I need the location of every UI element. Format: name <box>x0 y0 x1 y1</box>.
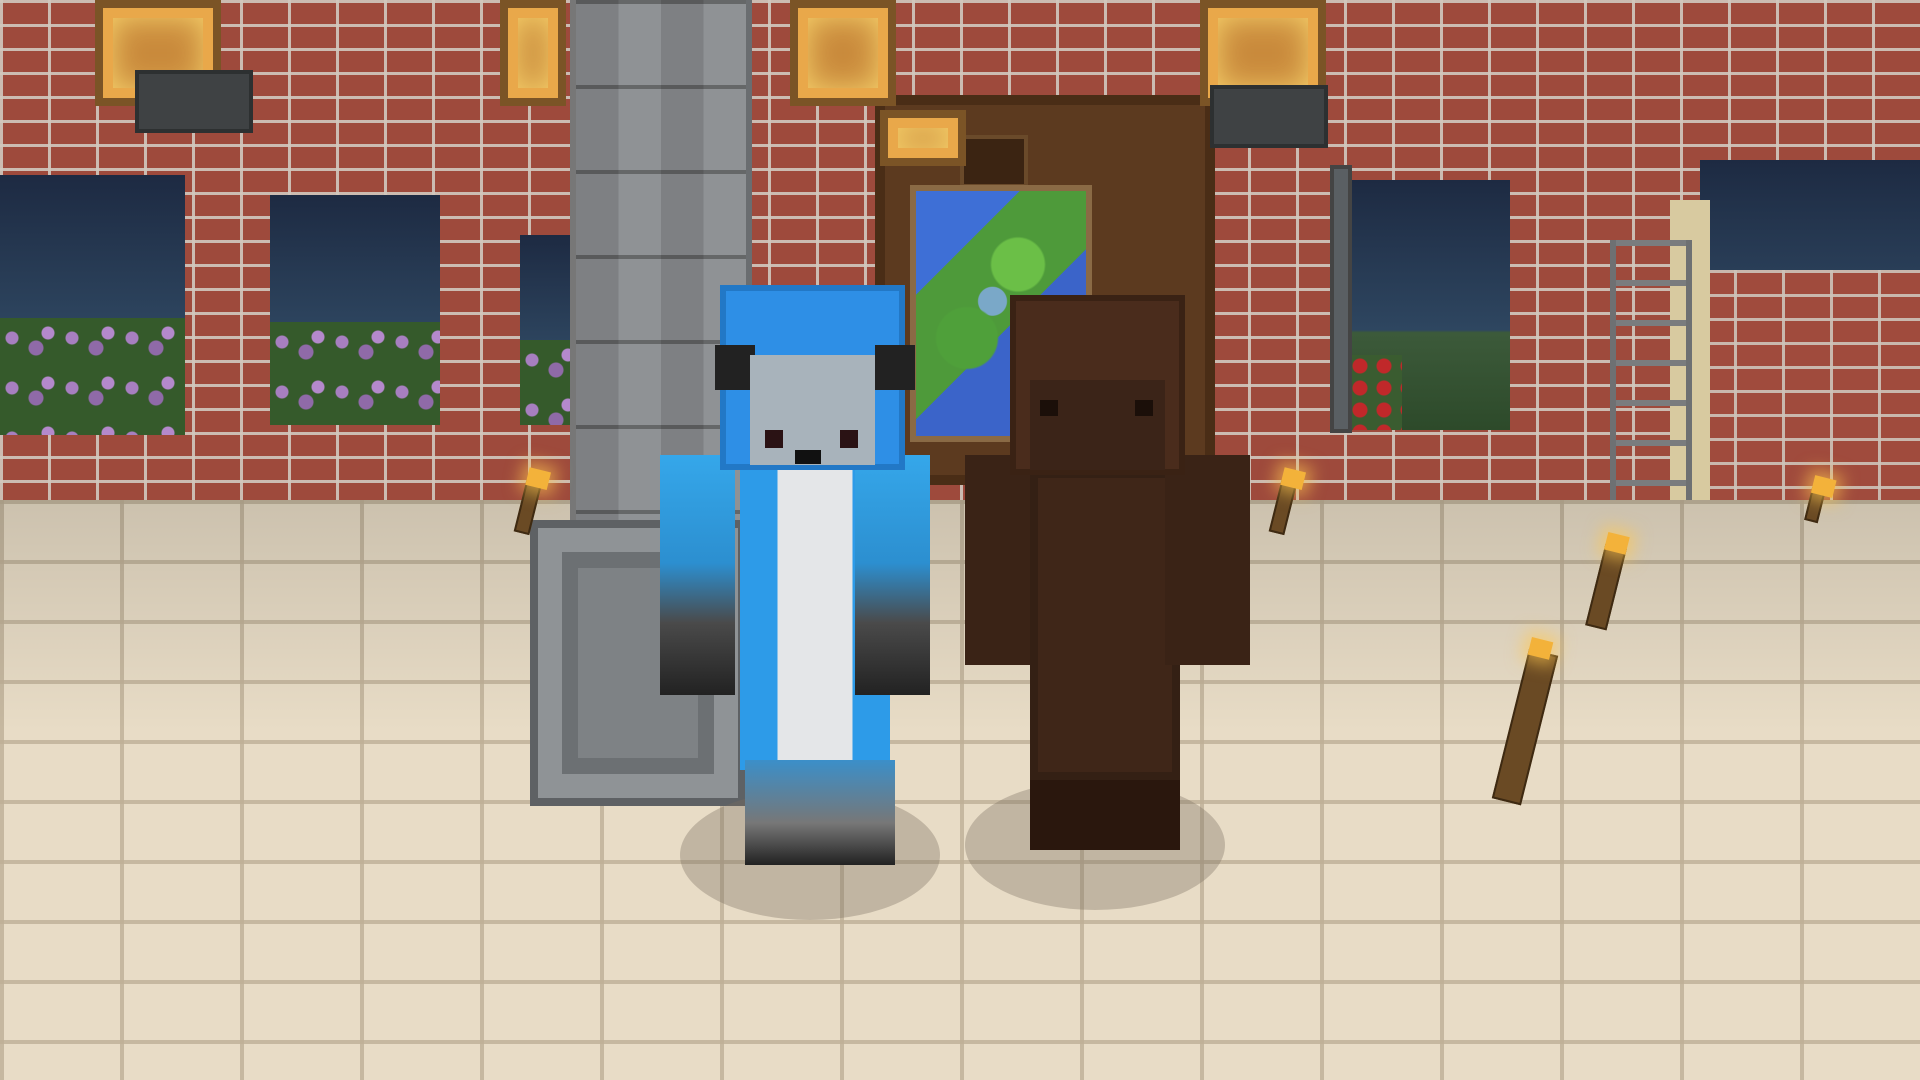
fox-eye <box>765 430 783 448</box>
floor-shading <box>0 500 1920 1080</box>
window-trim <box>1330 165 1352 433</box>
gorilla-face <box>1030 380 1165 470</box>
fox-ear <box>715 345 755 390</box>
gorilla-legs <box>1030 780 1180 850</box>
gorilla-eye <box>1040 400 1058 416</box>
gorilla-torso <box>1030 470 1180 780</box>
fox-right-arm <box>855 455 930 695</box>
fox-nose <box>795 450 821 464</box>
center-left-window <box>270 195 440 425</box>
rose-bush <box>1348 355 1402 430</box>
fox-eye <box>840 430 858 448</box>
lantern-icon <box>500 0 566 106</box>
lantern-holder <box>135 70 253 133</box>
left-window <box>0 175 185 435</box>
fox-legs <box>745 760 895 865</box>
gorilla-right-arm <box>1165 455 1250 665</box>
iron-ladder <box>1610 240 1692 540</box>
lantern-icon <box>790 0 896 106</box>
fox-ear <box>875 345 915 390</box>
lantern-holder <box>1210 85 1328 148</box>
fox-face <box>750 355 875 465</box>
lantern-icon <box>880 110 966 166</box>
lilac-bushes <box>0 318 185 435</box>
right-window <box>1330 180 1510 430</box>
fox-left-arm <box>660 455 735 695</box>
lilac-bushes <box>270 321 440 425</box>
game-scene <box>0 0 1920 1080</box>
wooden-sign <box>960 135 1028 188</box>
gorilla-eye <box>1135 400 1153 416</box>
